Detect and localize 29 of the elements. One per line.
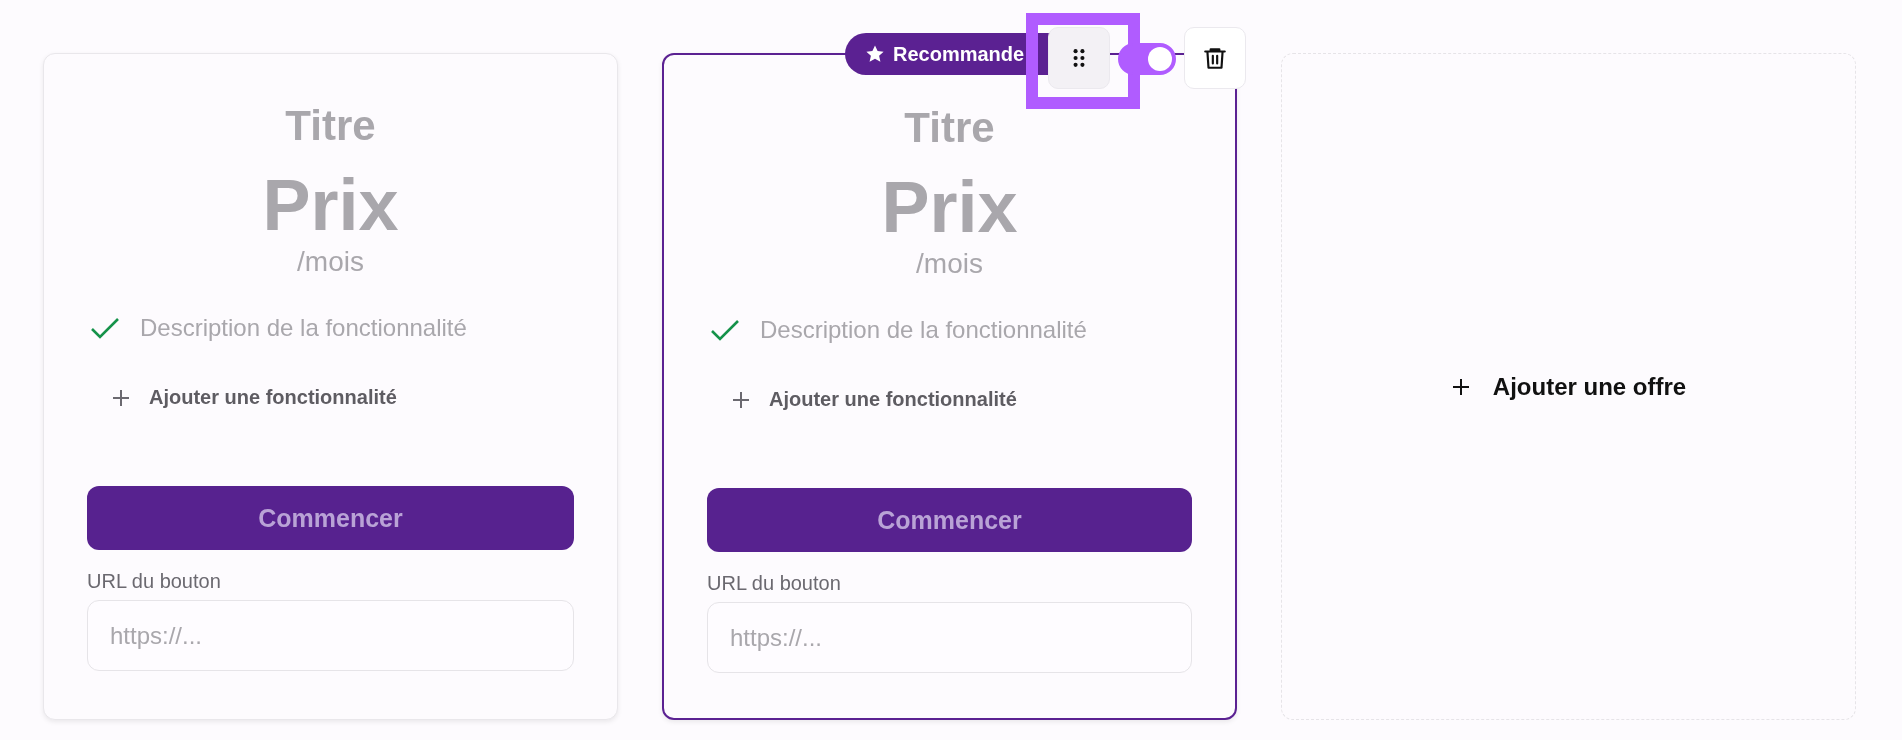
offer-title[interactable]: Titre <box>904 103 995 153</box>
plus-icon <box>111 387 131 408</box>
check-icon <box>90 317 120 339</box>
drag-handle-icon <box>1073 48 1085 68</box>
start-button[interactable]: Commencer <box>707 488 1192 552</box>
feature-text[interactable]: Description de la fonctionnalité <box>760 316 1087 344</box>
badge-label: Recommande <box>893 42 1025 66</box>
offer-price[interactable]: Prix <box>881 166 1018 248</box>
field-label: URL du bouton <box>707 572 841 595</box>
check-icon <box>710 319 740 341</box>
price-period: /mois <box>297 246 364 278</box>
offer-title[interactable]: Titre <box>285 101 376 151</box>
add-feature-button[interactable]: Ajouter une fonctionnalité <box>111 378 397 417</box>
url-input[interactable]: https://... <box>87 600 574 671</box>
add-offer-button[interactable]: Ajouter une offre <box>1281 53 1856 720</box>
star-icon <box>865 44 885 64</box>
field-label: URL du bouton <box>87 570 221 593</box>
plus-icon <box>1450 376 1471 397</box>
offer-price[interactable]: Prix <box>262 164 399 246</box>
feature-text[interactable]: Description de la fonctionnalité <box>140 314 467 342</box>
plus-icon <box>731 389 751 410</box>
trash-icon <box>1202 45 1228 71</box>
url-input[interactable]: https://... <box>707 602 1192 673</box>
delete-button[interactable] <box>1184 27 1246 89</box>
price-period: /mois <box>916 248 983 280</box>
start-button[interactable]: Commencer <box>87 486 574 550</box>
recommended-toggle[interactable] <box>1118 43 1176 75</box>
add-feature-button[interactable]: Ajouter une fonctionnalité <box>731 380 1017 419</box>
drag-handle[interactable] <box>1048 27 1110 89</box>
